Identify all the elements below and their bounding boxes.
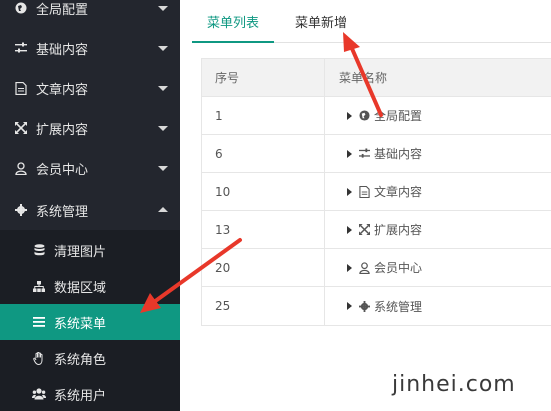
sidebar-item-basic-content[interactable]: 基础内容	[0, 28, 180, 68]
document-icon	[14, 81, 28, 95]
table-row[interactable]: 6 基础内容	[202, 135, 551, 173]
table-row[interactable]: 10 文章内容	[202, 173, 551, 211]
submenu-item-label: 系统用户	[54, 388, 107, 404]
document-icon	[358, 185, 370, 198]
table-row[interactable]: 1 全局配置	[202, 97, 551, 135]
expand-triangle-icon[interactable]	[347, 149, 352, 158]
submenu-item-clean-images[interactable]: 清理图片	[0, 232, 180, 268]
row-name-label: 全局配置	[374, 109, 423, 123]
row-name-label: 文章内容	[374, 185, 423, 199]
sidebar-item-label: 会员中心	[36, 162, 89, 178]
chevron-down-icon	[158, 126, 168, 131]
cell-index: 1	[202, 97, 325, 134]
expand-triangle-icon[interactable]	[347, 263, 352, 272]
watermark: jinhei.com	[392, 372, 516, 397]
chevron-up-icon	[158, 207, 168, 212]
table-row[interactable]: 13 扩展内容	[202, 211, 551, 249]
cell-name: 扩展内容	[325, 211, 551, 248]
sidebar-item-label: 基础内容	[36, 42, 89, 58]
cell-index: 10	[202, 173, 325, 210]
sliders-icon	[358, 148, 370, 160]
expand-icon	[14, 121, 28, 135]
hand-icon	[32, 351, 46, 365]
cell-name: 全局配置	[325, 97, 551, 134]
column-header-name: 菜单名称	[339, 71, 388, 85]
sidebar-item-extended-content[interactable]: 扩展内容	[0, 108, 180, 148]
cell-index: 25	[202, 287, 325, 325]
tab-menu-list[interactable]: 菜单列表	[192, 12, 274, 43]
row-name-label: 基础内容	[374, 147, 423, 161]
submenu-item-label: 清理图片	[54, 244, 107, 260]
user-icon	[14, 161, 28, 175]
chevron-down-icon	[158, 166, 168, 171]
menu-icon	[32, 315, 46, 329]
expand-triangle-icon[interactable]	[347, 302, 352, 310]
sidebar-item-article-content[interactable]: 文章内容	[0, 68, 180, 108]
cell-name: 基础内容	[325, 135, 551, 172]
table-row[interactable]: 20 会员中心	[202, 249, 551, 287]
chevron-down-icon	[158, 6, 168, 11]
sitemap-icon	[32, 279, 46, 293]
expand-triangle-icon[interactable]	[347, 187, 352, 196]
gear-icon	[14, 203, 28, 217]
submenu-item-label: 系统角色	[54, 352, 107, 368]
globe-icon	[358, 110, 370, 122]
submenu-item-data-region[interactable]: 数据区域	[0, 268, 180, 304]
submenu-item-label: 系统菜单	[54, 316, 107, 332]
sliders-icon	[14, 41, 28, 55]
column-header-index: 序号	[202, 59, 325, 96]
user-icon	[358, 261, 370, 274]
expand-triangle-icon[interactable]	[347, 111, 352, 120]
sidebar-item-member-center[interactable]: 会员中心	[0, 148, 180, 188]
cell-index: 20	[202, 249, 325, 286]
submenu-item-system-menu[interactable]: 系统菜单	[0, 304, 180, 340]
row-name-label: 系统管理	[374, 299, 423, 314]
cell-index: 13	[202, 211, 325, 248]
chevron-down-icon	[158, 46, 168, 51]
expand-triangle-icon[interactable]	[347, 225, 352, 234]
submenu-system-management: 清理图片 数据区域 系统菜单 系统角色 系统用户	[0, 230, 180, 411]
main-content: 菜单列表 菜单新增 序号 菜单名称 1 全局配置 6 基础内容 10 文章内容 …	[180, 0, 551, 411]
menu-table: 序号 菜单名称 1 全局配置 6 基础内容 10 文章内容 13 扩展内容 20…	[201, 58, 551, 326]
gear-icon	[358, 300, 370, 312]
users-icon	[32, 387, 46, 401]
sidebar-item-label: 全局配置	[36, 2, 89, 18]
tab-bar: 菜单列表 菜单新增	[192, 0, 551, 43]
sidebar-item-global-config[interactable]: 全局配置	[0, 0, 180, 28]
submenu-item-label: 数据区域	[54, 280, 107, 296]
sidebar-item-system-management[interactable]: 系统管理	[0, 190, 180, 230]
table-row[interactable]: 25 系统管理	[202, 287, 551, 325]
globe-icon	[14, 1, 28, 15]
sidebar-item-label: 文章内容	[36, 82, 89, 98]
tab-menu-add[interactable]: 菜单新增	[295, 12, 347, 43]
expand-icon	[358, 224, 370, 236]
cell-name: 会员中心	[325, 249, 551, 286]
chevron-down-icon	[158, 86, 168, 91]
submenu-item-system-roles[interactable]: 系统角色	[0, 340, 180, 376]
cell-name: 文章内容	[325, 173, 551, 210]
sidebar: 全局配置 基础内容 文章内容 扩展内容 会员中心 系统管理 清理图片 数据区域 …	[0, 0, 180, 411]
cell-index: 6	[202, 135, 325, 172]
sidebar-item-label: 扩展内容	[36, 122, 89, 138]
row-name-label: 会员中心	[374, 261, 423, 275]
table-header: 序号 菜单名称	[202, 59, 551, 97]
submenu-item-system-users[interactable]: 系统用户	[0, 376, 180, 411]
sidebar-item-label: 系统管理	[36, 204, 89, 220]
row-name-label: 扩展内容	[374, 223, 423, 237]
cell-name: 系统管理	[325, 287, 551, 325]
database-icon	[32, 243, 46, 257]
